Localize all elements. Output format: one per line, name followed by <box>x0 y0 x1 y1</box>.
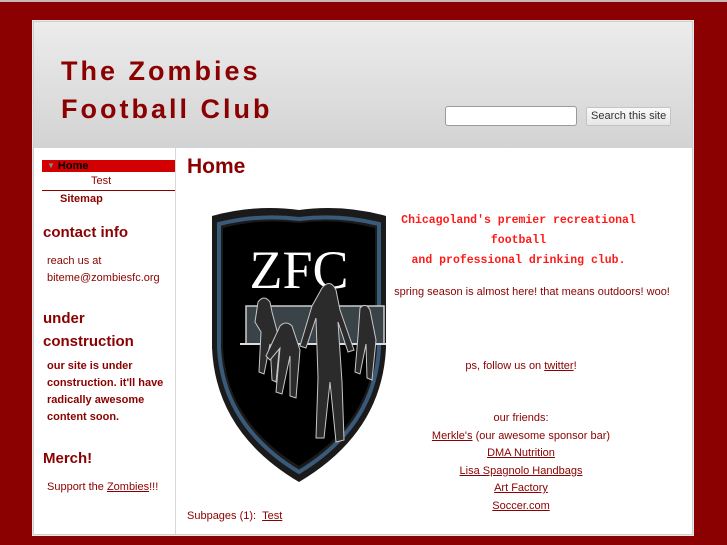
friend-link-dma-nutrition[interactable]: DMA Nutrition <box>487 447 555 459</box>
site-title[interactable]: The Zombies Football Club <box>61 52 272 128</box>
twitter-text-after: ! <box>573 360 577 372</box>
merch-text-after: !!! <box>149 481 159 493</box>
twitter-link[interactable]: twitter <box>544 360 573 372</box>
sidebar-item-sitemap[interactable]: Sitemap <box>60 193 103 205</box>
promo-line: and professional drinking club. <box>411 254 626 267</box>
top-edge <box>0 0 727 2</box>
site-title-line1: The Zombies <box>61 56 261 86</box>
friend-item: DMA Nutrition <box>366 445 676 463</box>
friends-label: our friends: <box>493 412 549 424</box>
sidebar-item-home[interactable]: ▼ Home <box>42 160 175 172</box>
main-content: Home ZFC Chicagoland's premier recreatio… <box>176 148 692 534</box>
promo-line: Chicagoland's premier recreational <box>401 214 636 227</box>
friend-item: Lisa Spagnolo Handbags <box>366 463 676 481</box>
sidebar-item-test[interactable]: Test <box>42 174 175 191</box>
twitter-text-before: ps, follow us on <box>465 360 545 372</box>
merch-text-before: Support the <box>47 481 107 493</box>
spring-text: spring season is almost here! that means… <box>394 286 670 298</box>
triangle-down-icon[interactable]: ▼ <box>47 160 55 172</box>
sidebar-item-label: Home <box>57 160 89 172</box>
friends-list: our friends: Merkle's (our awesome spons… <box>366 410 676 515</box>
friend-link-soccer-com[interactable]: Soccer.com <box>492 500 549 512</box>
merch-heading: Merch! <box>43 450 93 467</box>
construction-text: content soon. <box>47 411 120 423</box>
promo-line: football <box>490 234 547 247</box>
friend-item: Art Factory <box>366 480 676 498</box>
page-frame: The Zombies Football Club Search this si… <box>33 21 693 535</box>
friend-link-merkles[interactable]: Merkle's <box>432 430 473 442</box>
page-title: Home <box>187 155 246 178</box>
under-construction-heading-1: under <box>43 310 85 327</box>
search-input[interactable] <box>445 106 577 126</box>
construction-text: construction. it'll have <box>47 377 164 389</box>
sidebar: ▼ Home Test Sitemap contact info reach us… <box>34 148 176 534</box>
zombies-link[interactable]: Zombies <box>107 481 149 493</box>
contact-info-line: reach us at <box>47 255 102 267</box>
site-header: The Zombies Football Club Search this si… <box>34 22 692 148</box>
friend-link-art-factory[interactable]: Art Factory <box>494 482 548 494</box>
twitter-line: ps, follow us on twitter! <box>366 360 676 372</box>
under-construction-heading-2: construction <box>43 333 134 350</box>
friend-item: Merkle's (our awesome sponsor bar) <box>366 428 676 446</box>
search-button[interactable]: Search this site <box>586 107 672 126</box>
friend-suffix: (our awesome sponsor bar) <box>472 429 611 442</box>
merch-text: Support the Zombies!!! <box>47 479 158 496</box>
friend-item: Soccer.com <box>366 498 676 516</box>
subpage-link-test[interactable]: Test <box>262 510 282 522</box>
subpages-label: Subpages (1): <box>187 510 257 522</box>
subpages: Subpages (1): Test <box>187 510 282 522</box>
sidebar-item-label: Test <box>91 175 112 187</box>
construction-text: radically awesome <box>47 394 145 406</box>
contact-email: biteme@zombiesfc.org <box>47 272 160 284</box>
zfc-crest-image: ZFC <box>212 208 386 482</box>
site-title-line2: Football Club <box>61 94 273 124</box>
promo-text: Chicagoland's premier recreational footb… <box>376 211 661 271</box>
friend-link-lisa-spagnolo[interactable]: Lisa Spagnolo Handbags <box>460 465 583 477</box>
construction-text: our site is under <box>47 360 133 372</box>
contact-info-heading: contact info <box>43 224 128 241</box>
